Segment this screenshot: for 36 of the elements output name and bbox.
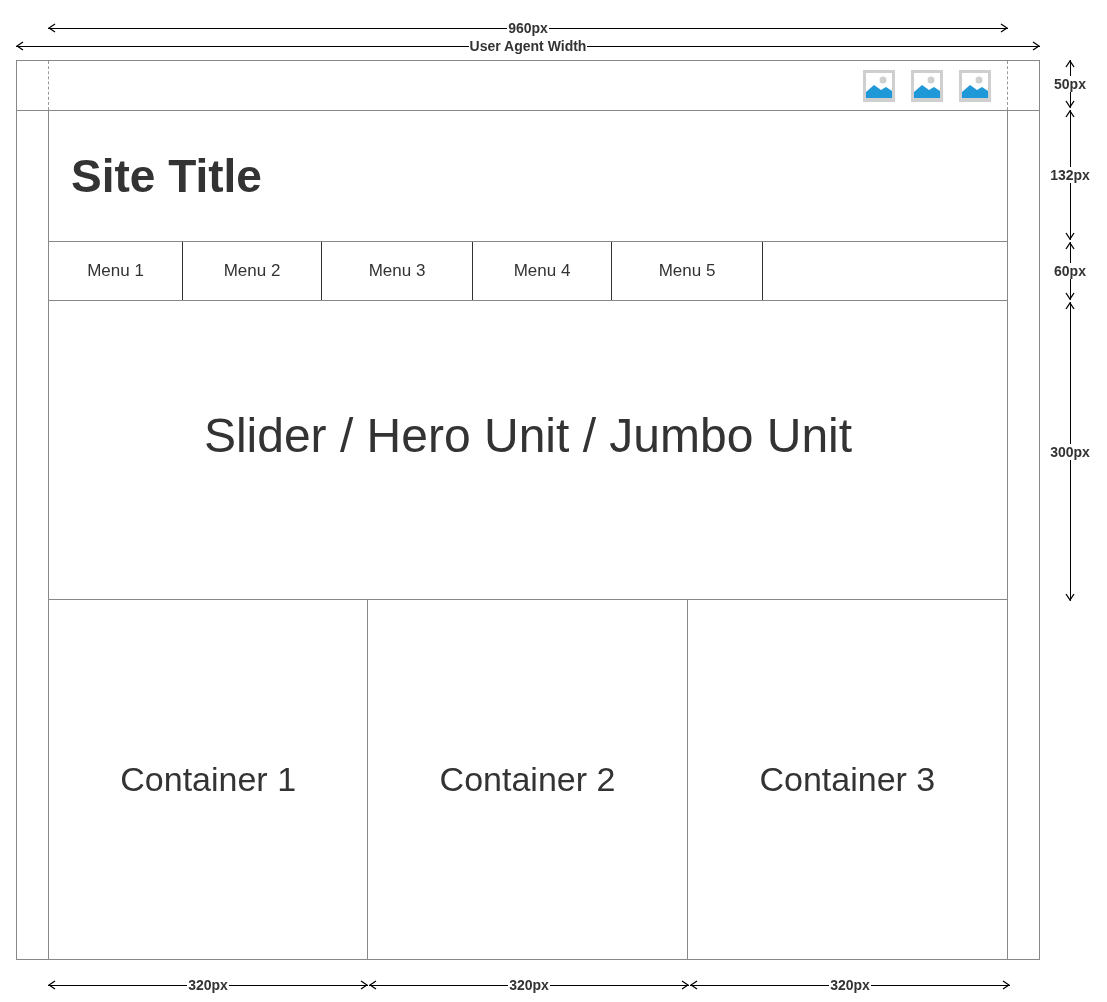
dimension-line — [1069, 92, 1071, 108]
arrowhead-icon — [1065, 60, 1075, 68]
hero-text: Slider / Hero Unit / Jumbo Unit — [203, 407, 853, 464]
image-icon[interactable] — [863, 69, 895, 102]
dimension-label: 320px — [508, 977, 550, 993]
menu-item[interactable]: Menu 2 — [183, 242, 322, 300]
dimension-line — [1069, 60, 1071, 76]
container-label: Container 3 — [759, 760, 936, 799]
dimension-line — [1069, 279, 1071, 300]
dimension-line — [1069, 110, 1071, 167]
dimension-line — [1069, 183, 1071, 240]
dimension-label: 60px — [1053, 263, 1087, 279]
arrowhead-icon — [48, 23, 56, 33]
dimension-label: 132px — [1049, 167, 1091, 183]
arrowhead-icon — [1032, 41, 1040, 51]
dimension-label: 320px — [829, 977, 871, 993]
image-icon[interactable] — [959, 69, 991, 102]
dimension-label: User Agent Width — [468, 38, 588, 54]
arrowhead-icon — [1002, 980, 1010, 990]
menu-item[interactable]: Menu 4 — [473, 242, 612, 300]
image-icon[interactable] — [911, 69, 943, 102]
container-label: Container 1 — [120, 760, 297, 799]
menu-item[interactable]: Menu 1 — [49, 242, 183, 300]
dimension-label: 300px — [1049, 443, 1091, 460]
dimension-label: 320px — [187, 977, 229, 993]
arrowhead-icon — [1000, 23, 1008, 33]
dimension-label: 50px — [1053, 76, 1087, 92]
menu-item[interactable]: Menu 3 — [322, 242, 473, 300]
arrowhead-icon — [48, 980, 56, 990]
arrowhead-icon — [1065, 593, 1075, 601]
arrowhead-icon — [16, 41, 24, 51]
dimension-line — [1069, 242, 1071, 263]
container-label: Container 2 — [439, 760, 616, 799]
menu-item[interactable]: Menu 5 — [612, 242, 763, 300]
dimension-label: 960px — [507, 20, 549, 36]
site-title: Site Title — [71, 149, 262, 203]
